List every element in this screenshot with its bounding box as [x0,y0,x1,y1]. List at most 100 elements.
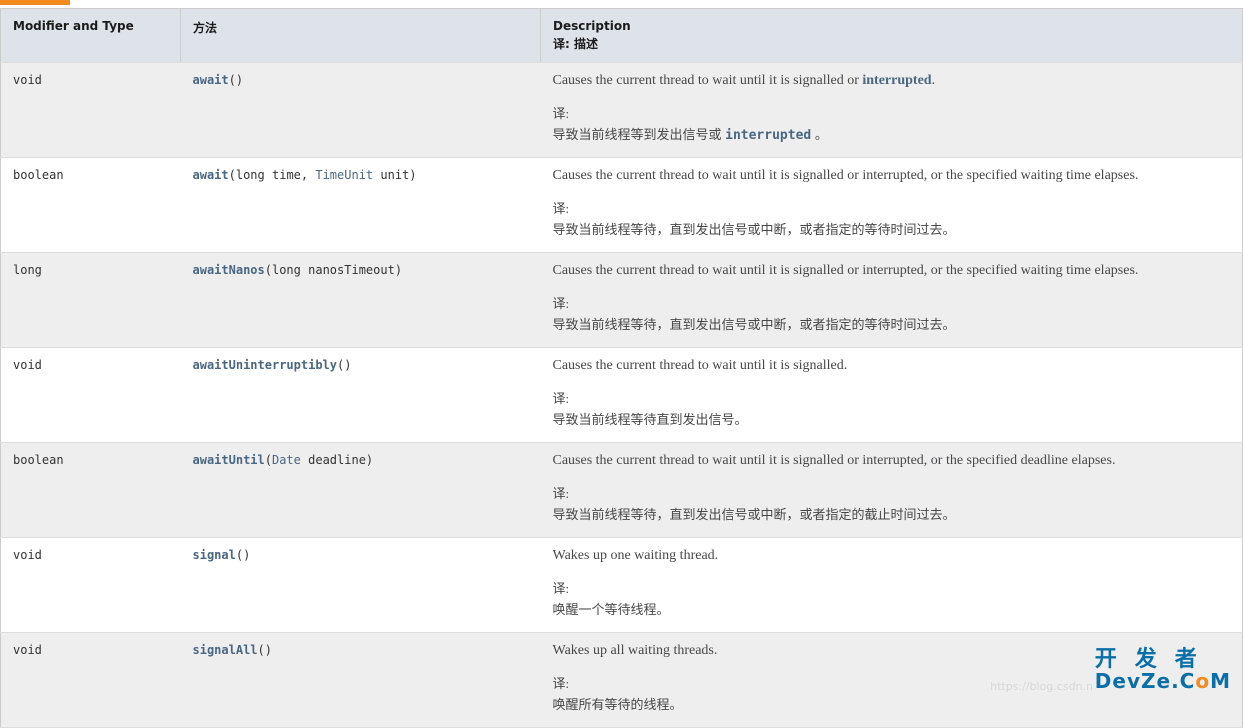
method-name-link[interactable]: await [193,168,229,182]
description-zh: 导致当前线程等待直到发出信号。 [553,409,1231,428]
description-en: Causes the current thread to wait until … [553,168,1231,184]
params-empty: () [236,548,250,562]
cell-description: Causes the current thread to wait until … [541,348,1243,443]
paren-open: ( [229,168,236,182]
cell-description: Wakes up one waiting thread. 译: 唤醒一个等待线程。 [541,538,1243,633]
desc-zh-prefix: 导致当前线程等到发出信号或 [553,127,726,142]
paren-close: ) [395,263,402,277]
method-name-link[interactable]: awaitUntil [193,453,265,467]
params-empty: () [229,73,243,87]
return-type: void [13,358,42,372]
return-type: boolean [13,168,64,182]
description-en: Wakes up all waiting threads. [553,643,1231,659]
cell-method: awaitUntil(Date deadline) [181,443,541,538]
table-row: void signalAll() Wakes up all waiting thre… [1,633,1243,728]
param-type-link[interactable]: TimeUnit [315,168,373,182]
param-name: unit [380,168,409,182]
header-description-label: Description [553,19,631,33]
description-en: Wakes up one waiting thread. [553,548,1231,564]
cell-description: Causes the current thread to wait until … [541,63,1243,158]
header-method: 方法 [181,9,541,63]
translation-label: 译: [553,673,1231,692]
method-name-link[interactable]: awaitUninterruptibly [193,358,338,372]
param-type: long [272,263,301,277]
method-signature: await() [193,73,244,87]
return-type: long [13,263,42,277]
table-row: boolean await(long time, TimeUnit unit) Ca… [1,158,1243,253]
description-zh: 导致当前线程等待，直到发出信号或中断，或者指定的截止时间过去。 [553,504,1231,523]
table-row: boolean awaitUntil(Date deadline) Causes t… [1,443,1243,538]
param-type: long [236,168,265,182]
header-modifier-type: Modifier and Type [1,9,181,63]
description-zh: 导致当前线程等待，直到发出信号或中断，或者指定的等待时间过去。 [553,219,1231,238]
cell-modifier-type: void [1,538,181,633]
cell-modifier-type: void [1,63,181,158]
cell-method: signalAll() [181,633,541,728]
param-name: time [272,168,301,182]
header-description: Description 译: 描述 [541,9,1243,63]
table-row: void await() Causes the current thread to … [1,63,1243,158]
return-type: void [13,548,42,562]
translation-label: 译: [553,388,1231,407]
cell-method: awaitUninterruptibly() [181,348,541,443]
translation-label: 译: [553,198,1231,217]
accent-bar [0,0,70,5]
description-zh: 导致当前线程等到发出信号或 interrupted 。 [553,124,1231,143]
table-row: longawaitNanos(long nanosTimeout)Causes … [1,253,1243,348]
cell-modifier-type: long [1,253,181,348]
interrupted-link[interactable]: interrupted [862,73,931,88]
method-signature: await(long time, TimeUnit unit) [193,168,417,182]
cell-method: awaitNanos(long nanosTimeout) [181,253,541,348]
cell-description: Wakes up all waiting threads.译:唤醒所有等待的线程… [541,633,1243,728]
method-signature: awaitNanos(long nanosTimeout) [193,263,403,277]
table-row: void signal() Wakes up one waiting thread.… [1,538,1243,633]
method-name-link[interactable]: await [193,73,229,87]
cell-method: await(long time, TimeUnit unit) [181,158,541,253]
cell-description: Causes the current thread to wait until … [541,158,1243,253]
paren-close: ) [366,453,373,467]
description-zh: 唤醒一个等待线程。 [553,599,1231,618]
cell-method: signal() [181,538,541,633]
param-name: deadline [308,453,366,467]
header-description-sublabel: 译: 描述 [553,35,1230,52]
params-empty: () [258,643,272,657]
cell-modifier-type: boolean [1,443,181,538]
desc-zh-suffix: 。 [811,127,828,142]
cell-modifier-type: void [1,633,181,728]
translation-label: 译: [553,578,1231,597]
description-en: Causes the current thread to wait until … [553,358,1231,374]
cell-method: await() [181,63,541,158]
cell-modifier-type: void [1,348,181,443]
description-zh: 导致当前线程等待，直到发出信号或中断，或者指定的等待时间过去。 [553,314,1231,333]
return-type: void [13,73,42,87]
method-signature: awaitUntil(Date deadline) [193,453,374,467]
desc-en-prefix: Causes the current thread to wait until … [553,73,863,88]
description-en: Causes the current thread to wait until … [553,263,1231,279]
params-empty: () [337,358,351,372]
method-name-link[interactable]: awaitNanos [193,263,265,277]
method-name-link[interactable]: signalAll [193,643,258,657]
translation-label: 译: [553,103,1231,122]
return-type: void [13,643,42,657]
cell-modifier-type: boolean [1,158,181,253]
method-signature: signal() [193,548,251,562]
translation-label: 译: [553,293,1231,312]
paren-close: ) [409,168,416,182]
method-summary-table: Modifier and Type 方法 Description 译: 描述 v… [0,8,1243,728]
table-row: void awaitUninterruptibly() Causes the cur… [1,348,1243,443]
description-en: Causes the current thread to wait until … [553,453,1231,469]
table-header-row: Modifier and Type 方法 Description 译: 描述 [1,9,1243,63]
paren-open: ( [265,263,272,277]
cell-description: Causes the current thread to wait until … [541,253,1243,348]
interrupted-link-zh[interactable]: interrupted [725,128,811,143]
cell-description: Causes the current thread to wait until … [541,443,1243,538]
method-name-link[interactable]: signal [193,548,236,562]
param-type-link[interactable]: Date [272,453,301,467]
method-signature: signalAll() [193,643,272,657]
paren-open: ( [265,453,272,467]
translation-label: 译: [553,483,1231,502]
param-name: nanosTimeout [308,263,395,277]
desc-en-suffix: . [932,73,936,88]
return-type: boolean [13,453,64,467]
description-en: Causes the current thread to wait until … [553,73,1231,89]
